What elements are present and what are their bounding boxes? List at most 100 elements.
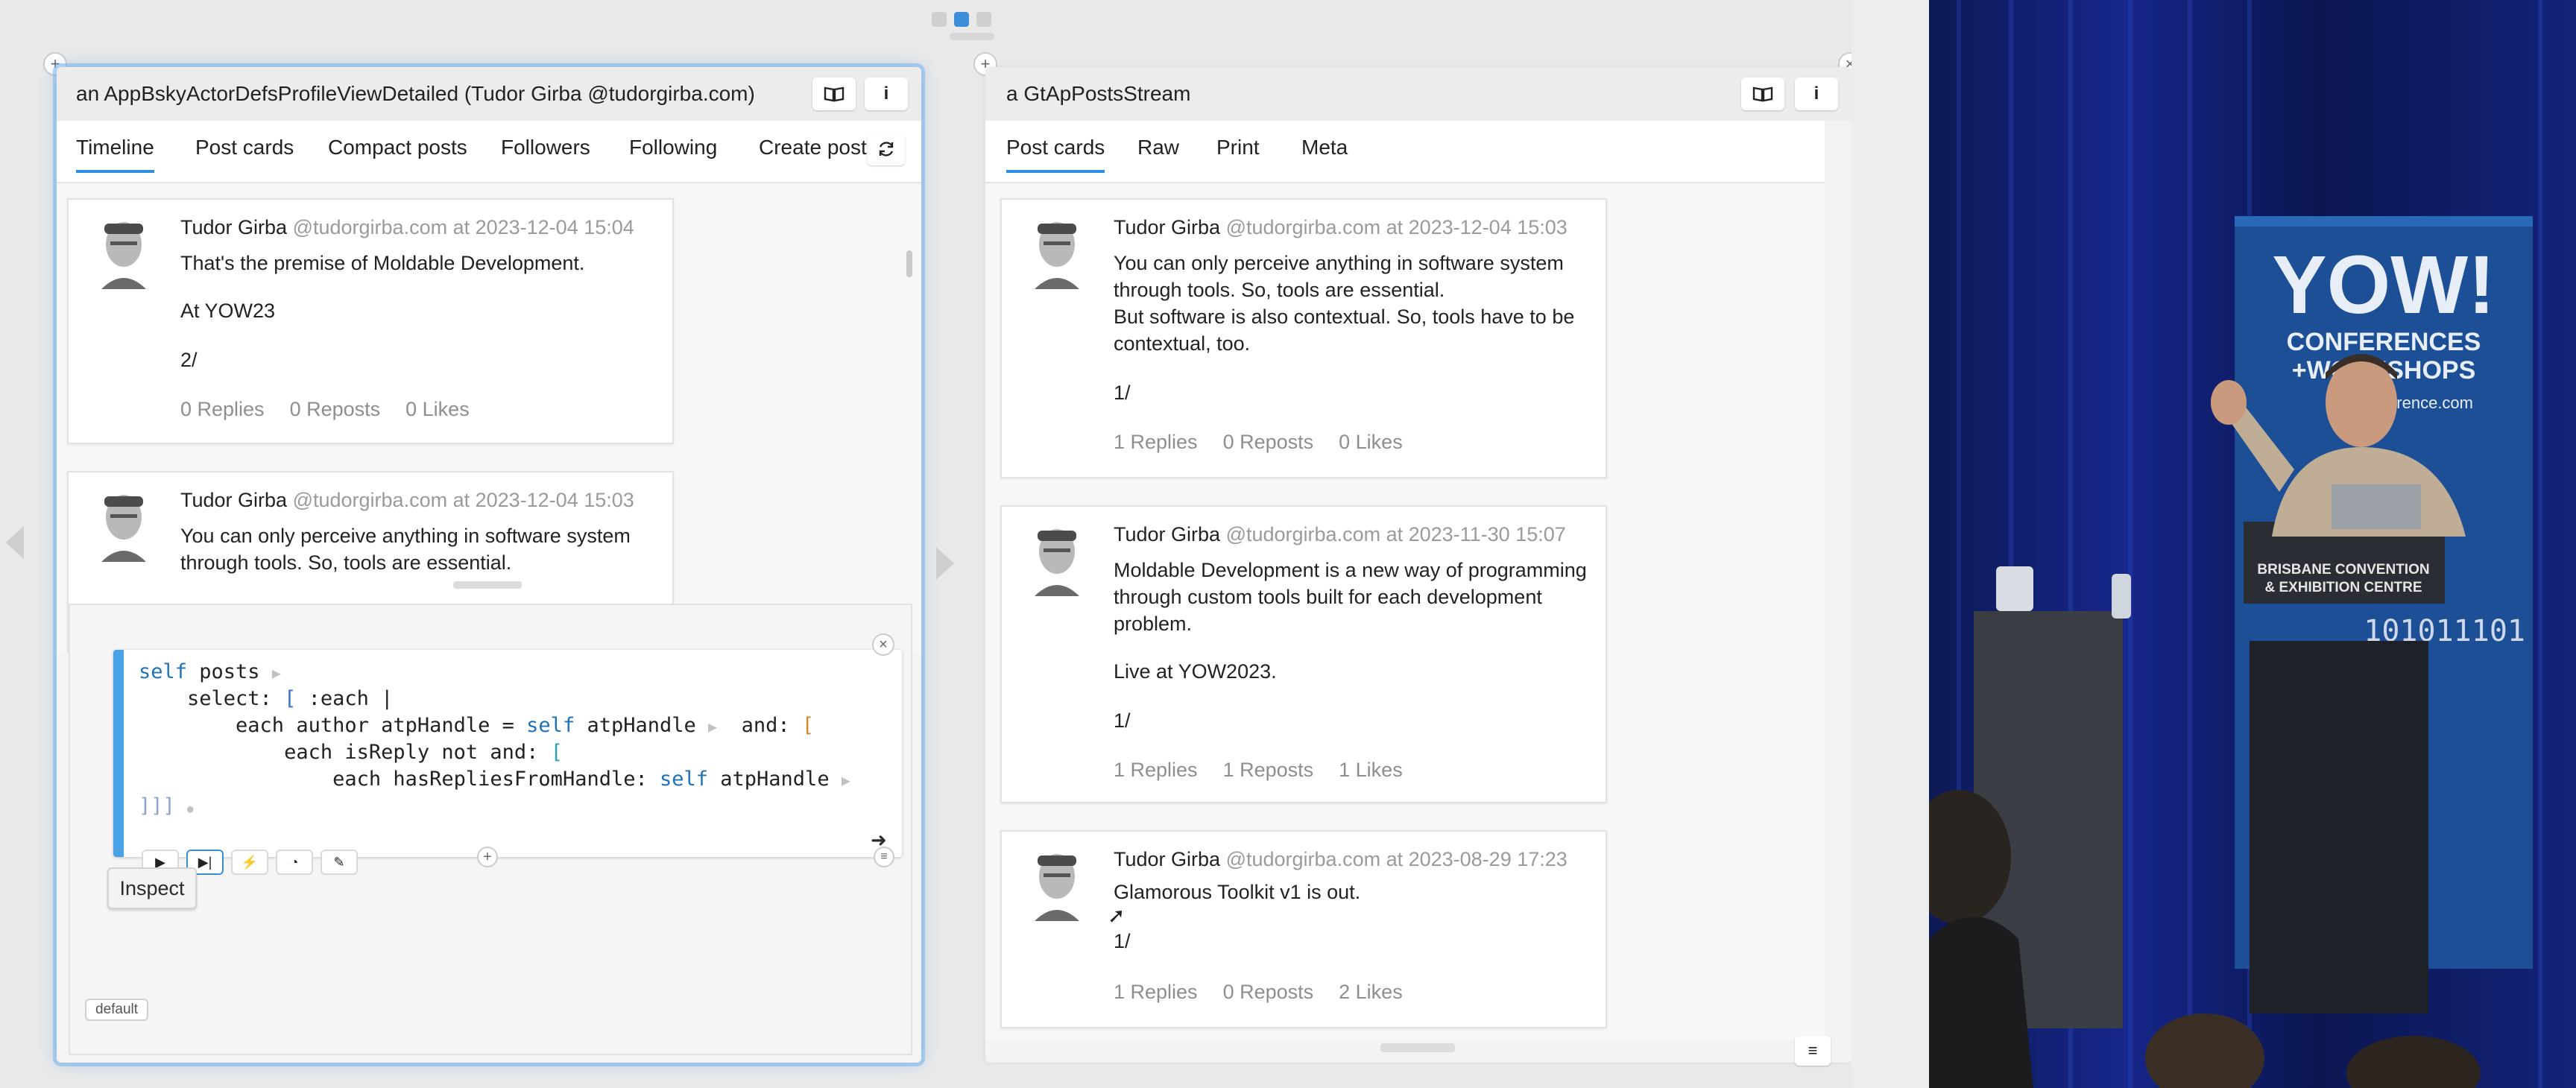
banner-title: YOW! xyxy=(2272,239,2495,331)
page-scroll-bar[interactable] xyxy=(950,33,994,40)
post-author: Tudor Girba @tudorgirba.com at 2023-12-0… xyxy=(1114,216,1568,238)
posts-pane-header: a GtApPostsStream i xyxy=(985,67,1852,121)
avatar xyxy=(1027,215,1087,289)
page-dot[interactable] xyxy=(976,12,991,27)
podium-text: & EXHIBITION CENTRE xyxy=(2264,580,2422,595)
avatar xyxy=(1027,847,1087,921)
post-author: Tudor Girba @tudorgirba.com at 2023-08-2… xyxy=(1114,848,1568,870)
reposts-count: 0 Reposts xyxy=(1222,981,1314,1003)
podium-text: BRISBANE CONVENTION xyxy=(2257,562,2429,578)
tab-create-post[interactable]: Create post xyxy=(759,136,867,170)
mouse-cursor-icon: ➚ xyxy=(1108,904,1126,927)
post-text: problem. xyxy=(1114,613,1193,635)
post-text: Live at YOW2023. xyxy=(1114,660,1277,683)
conference-photo: YOW! CONFERENCES +WORKSHOPS conference.c… xyxy=(1929,0,2576,1088)
book-button[interactable] xyxy=(812,78,856,110)
post-author: Tudor Girba @tudorgirba.com at 2023-12-0… xyxy=(180,489,634,511)
next-pane-arrow-icon[interactable] xyxy=(936,547,954,580)
replies-count: 0 Replies xyxy=(180,398,265,420)
post-card[interactable]: Tudor Girba @tudorgirba.com at 2023-12-0… xyxy=(1000,198,1607,478)
post-text: through tools. So, tools are essential. xyxy=(180,551,512,574)
pencil-icon: ✎ xyxy=(333,854,345,870)
reposts-count: 0 Reposts xyxy=(289,398,381,420)
split-resize-handle[interactable] xyxy=(453,581,522,589)
avatar xyxy=(94,215,154,289)
post-text: Glamorous Toolkit v1 is out. xyxy=(1114,881,1361,903)
info-button[interactable]: i xyxy=(1795,78,1838,110)
tab-following[interactable]: Following xyxy=(629,136,717,170)
post-text: 1/ xyxy=(1114,382,1131,404)
posts-list[interactable]: Tudor Girba @tudorgirba.com at 2023-12-0… xyxy=(985,183,1825,1040)
book-icon xyxy=(1752,86,1773,102)
menu-icon[interactable]: ≡ xyxy=(874,847,894,867)
tab-meta[interactable]: Meta xyxy=(1301,136,1348,170)
profile-tabs: Timeline Post cards Compact posts Follow… xyxy=(57,121,921,183)
post-author: Tudor Girba @tudorgirba.com at 2023-11-3… xyxy=(1114,523,1566,545)
menu-icon: ≡ xyxy=(1808,1041,1818,1060)
reposts-count: 0 Reposts xyxy=(1222,431,1314,453)
tab-print[interactable]: Print xyxy=(1216,136,1260,170)
avatar xyxy=(1027,522,1087,596)
book-button[interactable] xyxy=(1741,78,1784,110)
edit-button[interactable]: ✎ xyxy=(321,850,358,875)
tab-post-cards[interactable]: Post cards xyxy=(1006,136,1105,173)
refresh-icon xyxy=(879,142,894,156)
tab-followers[interactable]: Followers xyxy=(501,136,590,170)
posts-scroll-handle[interactable] xyxy=(1380,1043,1455,1052)
post-text: through tools. So, tools are essential. xyxy=(1114,279,1445,301)
gauge-icon: ◔ xyxy=(290,854,299,870)
reposts-count: 1 Reposts xyxy=(1222,759,1314,781)
profile-button[interactable]: ◔ xyxy=(276,850,313,875)
code-line: each hasRepliesFromHandle: self atpHandl… xyxy=(139,768,850,791)
code-line: select: [ :each | xyxy=(139,687,394,710)
debug-button[interactable]: ⚡ xyxy=(231,850,268,875)
refresh-button[interactable] xyxy=(868,133,905,165)
add-snippet-icon[interactable]: + xyxy=(477,847,498,867)
page-dot[interactable] xyxy=(932,12,947,27)
pane-menu-button[interactable]: ≡ xyxy=(1795,1036,1831,1066)
tab-compact-posts[interactable]: Compact posts xyxy=(328,136,467,170)
replies-count: 1 Replies xyxy=(1114,431,1198,453)
lightning-icon: ⚡ xyxy=(241,854,259,870)
likes-count: 1 Likes xyxy=(1339,759,1403,781)
replies-count: 1 Replies xyxy=(1114,981,1198,1003)
banner-subtitle: CONFERENCES xyxy=(2287,328,2481,356)
profile-pane: an AppBskyActorDefsProfileViewDetailed (… xyxy=(57,67,921,1063)
post-text: That's the premise of Moldable Developme… xyxy=(180,252,585,274)
previous-pane-arrow-icon[interactable] xyxy=(6,526,24,559)
right-gutter xyxy=(1852,0,1929,1088)
post-text: 1/ xyxy=(1114,930,1131,952)
avatar xyxy=(94,487,154,562)
tab-post-cards[interactable]: Post cards xyxy=(195,136,294,170)
info-button[interactable]: i xyxy=(865,78,908,110)
post-text: through custom tools built for each deve… xyxy=(1114,586,1542,608)
tab-timeline[interactable]: Timeline xyxy=(76,136,154,173)
page-dot-active[interactable] xyxy=(954,12,969,27)
tab-raw[interactable]: Raw xyxy=(1137,136,1179,170)
close-code-icon[interactable]: × xyxy=(872,633,894,656)
post-card[interactable]: Tudor Girba @tudorgirba.com at 2023-11-3… xyxy=(1000,505,1607,803)
post-text: 1/ xyxy=(1114,709,1131,732)
code-editor[interactable]: self posts ▶ select: [ :each | each auth… xyxy=(113,650,902,875)
timeline-scrollbar[interactable] xyxy=(906,250,912,277)
info-icon: i xyxy=(1813,83,1819,104)
default-badge[interactable]: default xyxy=(85,999,149,1021)
post-text: You can only perceive anything in softwa… xyxy=(1114,252,1564,274)
post-card[interactable]: Tudor Girba @tudorgirba.com at 2023-08-2… xyxy=(1000,830,1607,1028)
posts-stream-pane: a GtApPostsStream i Post cards Raw Print… xyxy=(985,67,1852,1066)
post-text: But software is also contextual. So, too… xyxy=(1114,306,1575,328)
post-text: At YOW23 xyxy=(180,300,276,322)
code-line: ]]] ● xyxy=(139,794,194,817)
post-card[interactable]: Tudor Girba @tudorgirba.com at 2023-12-0… xyxy=(67,198,674,444)
post-stats: 1 Replies 1 Reposts 1 Likes xyxy=(1114,759,1428,782)
post-stats: 1 Replies 0 Reposts 0 Likes xyxy=(1114,431,1428,454)
replies-count: 1 Replies xyxy=(1114,759,1198,781)
info-icon: i xyxy=(883,83,889,104)
speaker-video: YOW! CONFERENCES +WORKSHOPS conference.c… xyxy=(1929,0,2576,1088)
post-stats: 0 Replies 0 Reposts 0 Likes xyxy=(180,398,495,421)
playground-panel: self posts ▶ select: [ :each | each auth… xyxy=(69,604,912,1055)
code-line: each isReply not and: [ xyxy=(139,741,563,764)
post-text: Moldable Development is a new way of pro… xyxy=(1114,559,1587,581)
page-indicator xyxy=(932,12,999,42)
post-text: You can only perceive anything in softwa… xyxy=(180,525,631,547)
